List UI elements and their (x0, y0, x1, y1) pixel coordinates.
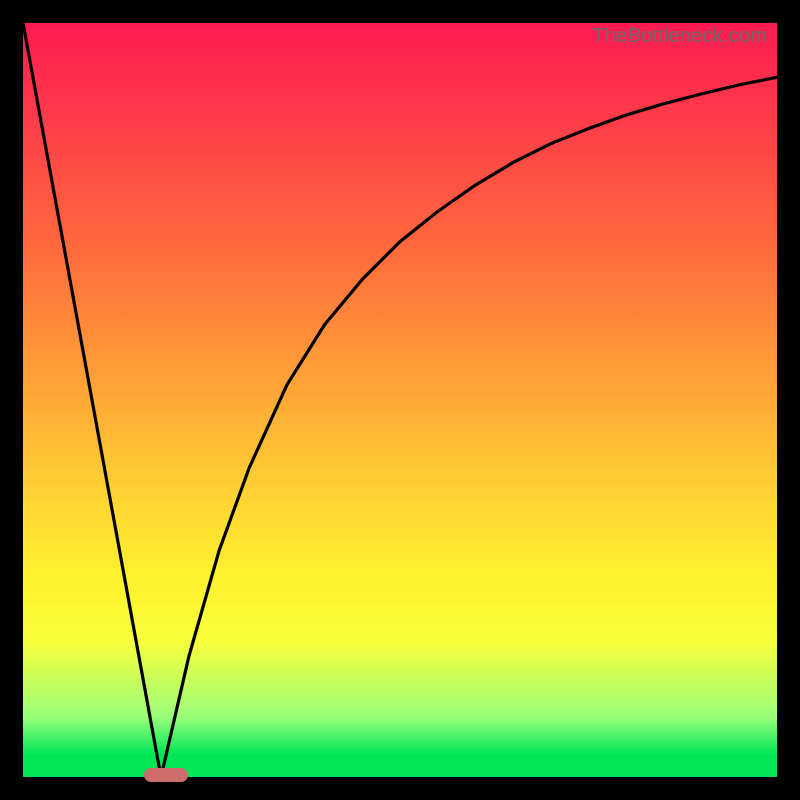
bottleneck-curve (23, 23, 777, 777)
plot-area: TheBottleneck.com (23, 23, 777, 777)
optimum-marker (144, 768, 188, 782)
chart-frame: TheBottleneck.com (0, 0, 800, 800)
